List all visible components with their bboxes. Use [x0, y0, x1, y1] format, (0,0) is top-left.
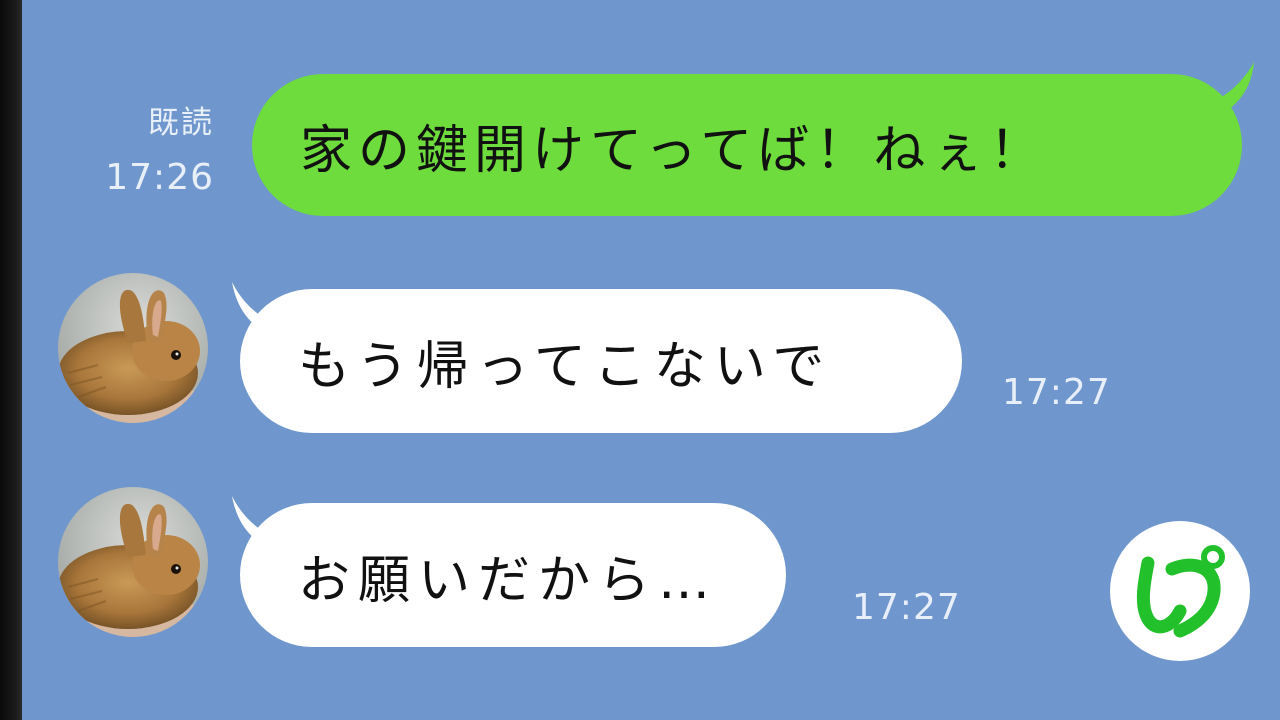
chat-screen: 既読 17:26 家の鍵開けてってば！ねぇ！ もう帰ってこないで 17:27 お… [0, 0, 1280, 720]
received-timestamp: 17:27 [852, 587, 961, 628]
sent-message-bubble[interactable]: 家の鍵開けてってば！ねぇ！ [252, 74, 1242, 216]
received-message-text: もう帰ってこないで [298, 336, 833, 397]
read-receipt: 既読 [148, 105, 214, 141]
sent-timestamp: 17:26 [105, 157, 214, 198]
rabbit-avatar-image [58, 273, 208, 423]
sent-message-text: 家の鍵開けてってば！ねぇ！ [300, 120, 1048, 181]
rabbit-avatar-image [58, 487, 208, 637]
pi-logo-icon [1110, 521, 1250, 661]
pi-logo-glyph [1136, 545, 1225, 638]
received-message-bubble[interactable]: お願いだから… [240, 503, 786, 647]
rabbit-avatar[interactable] [58, 487, 208, 637]
rabbit-avatar[interactable] [58, 273, 208, 423]
received-message-bubble[interactable]: もう帰ってこないで [240, 289, 962, 433]
phone-bezel [0, 0, 22, 720]
received-timestamp: 17:27 [1002, 372, 1111, 413]
received-message-text: お願いだから… [298, 550, 719, 611]
